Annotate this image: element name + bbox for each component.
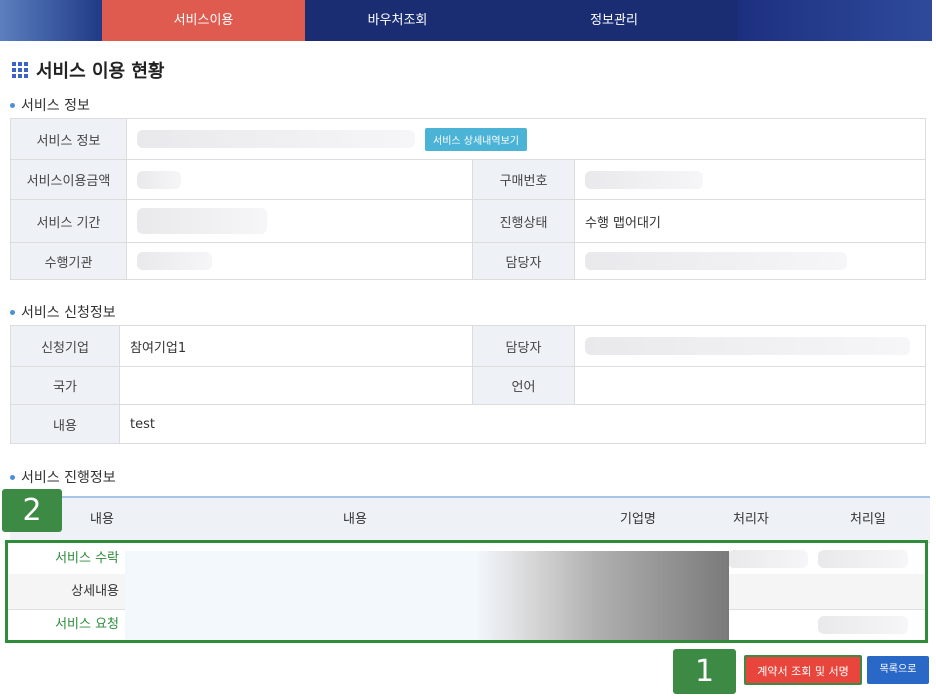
application-info-table: 신청기업 참여기업1 담당자 국가 언어 내용 test <box>10 325 926 444</box>
section-application-info: 서비스 신청정보 <box>10 302 116 322</box>
col-header-content-2: 내용 <box>343 512 367 527</box>
label-purchase-no: 구매번호 <box>472 159 575 200</box>
label-country: 국가 <box>10 366 120 405</box>
progress-table-body: 서비스 수락 상세내용 서비스 요청 <box>5 540 928 643</box>
service-info-table: 서비스 정보 서비스 상세내역보기 서비스이용금액 구매번호 서비스 기간 진행… <box>10 118 926 280</box>
redacted-area <box>125 551 729 640</box>
page-title: 서비스 이용 현황 <box>36 61 165 82</box>
section-service-info: 서비스 정보 <box>10 95 90 115</box>
page-title-wrap: 서비스 이용 현황 <box>12 57 164 83</box>
service-info-value: 서비스 상세내역보기 <box>126 118 926 160</box>
label-period: 서비스 기간 <box>10 199 127 243</box>
nav-decoration-left <box>0 0 102 41</box>
content-value: test <box>119 404 926 444</box>
tab-info-manage[interactable]: 정보관리 <box>490 0 738 41</box>
section-title: 서비스 정보 <box>21 98 90 114</box>
section-progress-info: 서비스 진행정보 <box>10 467 116 487</box>
tab-voucher[interactable]: 바우처조회 <box>305 0 490 41</box>
label-status: 진행상태 <box>472 199 575 243</box>
amount-value <box>126 159 473 200</box>
annotation-badge-2: 2 <box>2 489 62 532</box>
agency-value <box>126 242 473 280</box>
purchase-no-value <box>574 159 926 200</box>
col-header-handler: 처리자 <box>733 512 769 527</box>
col-header-content: 내용 <box>90 512 114 527</box>
service-detail-button[interactable]: 서비스 상세내역보기 <box>425 127 527 151</box>
status-value: 수행 맵어대기 <box>574 199 926 243</box>
bullet-icon <box>10 474 15 480</box>
label-amount: 서비스이용금액 <box>10 159 127 200</box>
contract-sign-button[interactable]: 계약서 조회 및 서명 <box>744 655 862 685</box>
grid-icon <box>12 62 28 78</box>
bullet-icon <box>10 102 15 108</box>
label-manager: 담당자 <box>472 242 575 280</box>
tab-service-use[interactable]: 서비스이용 <box>102 0 305 41</box>
annotation-badge-1: 1 <box>673 649 736 694</box>
label-content: 내용 <box>10 404 120 444</box>
back-to-list-button[interactable]: 목록으로 <box>867 656 929 684</box>
section-title: 서비스 진행정보 <box>21 470 116 486</box>
row-label: 서비스 요청 <box>55 617 119 632</box>
label-service-info: 서비스 정보 <box>10 118 127 160</box>
label-language: 언어 <box>472 366 575 405</box>
section-title: 서비스 신청정보 <box>21 305 116 321</box>
col-header-date: 처리일 <box>850 512 886 527</box>
app-manager-value <box>574 325 926 367</box>
label-agency: 수행기관 <box>10 242 127 280</box>
manager-value <box>574 242 926 280</box>
language-value <box>574 366 926 405</box>
label-app-manager: 담당자 <box>472 325 575 367</box>
company-value: 참여기업1 <box>119 325 473 367</box>
country-value <box>119 366 473 405</box>
nav-decoration-right <box>738 0 932 41</box>
row-label: 서비스 수락 <box>55 551 119 566</box>
period-value <box>126 199 473 243</box>
bullet-icon <box>10 309 15 315</box>
redacted-value <box>137 130 415 148</box>
progress-table-header: 내용 내용 기업명 처리자 처리일 <box>10 496 930 543</box>
col-header-company: 기업명 <box>620 512 656 527</box>
label-company: 신청기업 <box>10 325 120 367</box>
row-label: 상세내용 <box>71 584 119 599</box>
top-nav: 서비스이용 바우처조회 정보관리 <box>0 0 932 41</box>
